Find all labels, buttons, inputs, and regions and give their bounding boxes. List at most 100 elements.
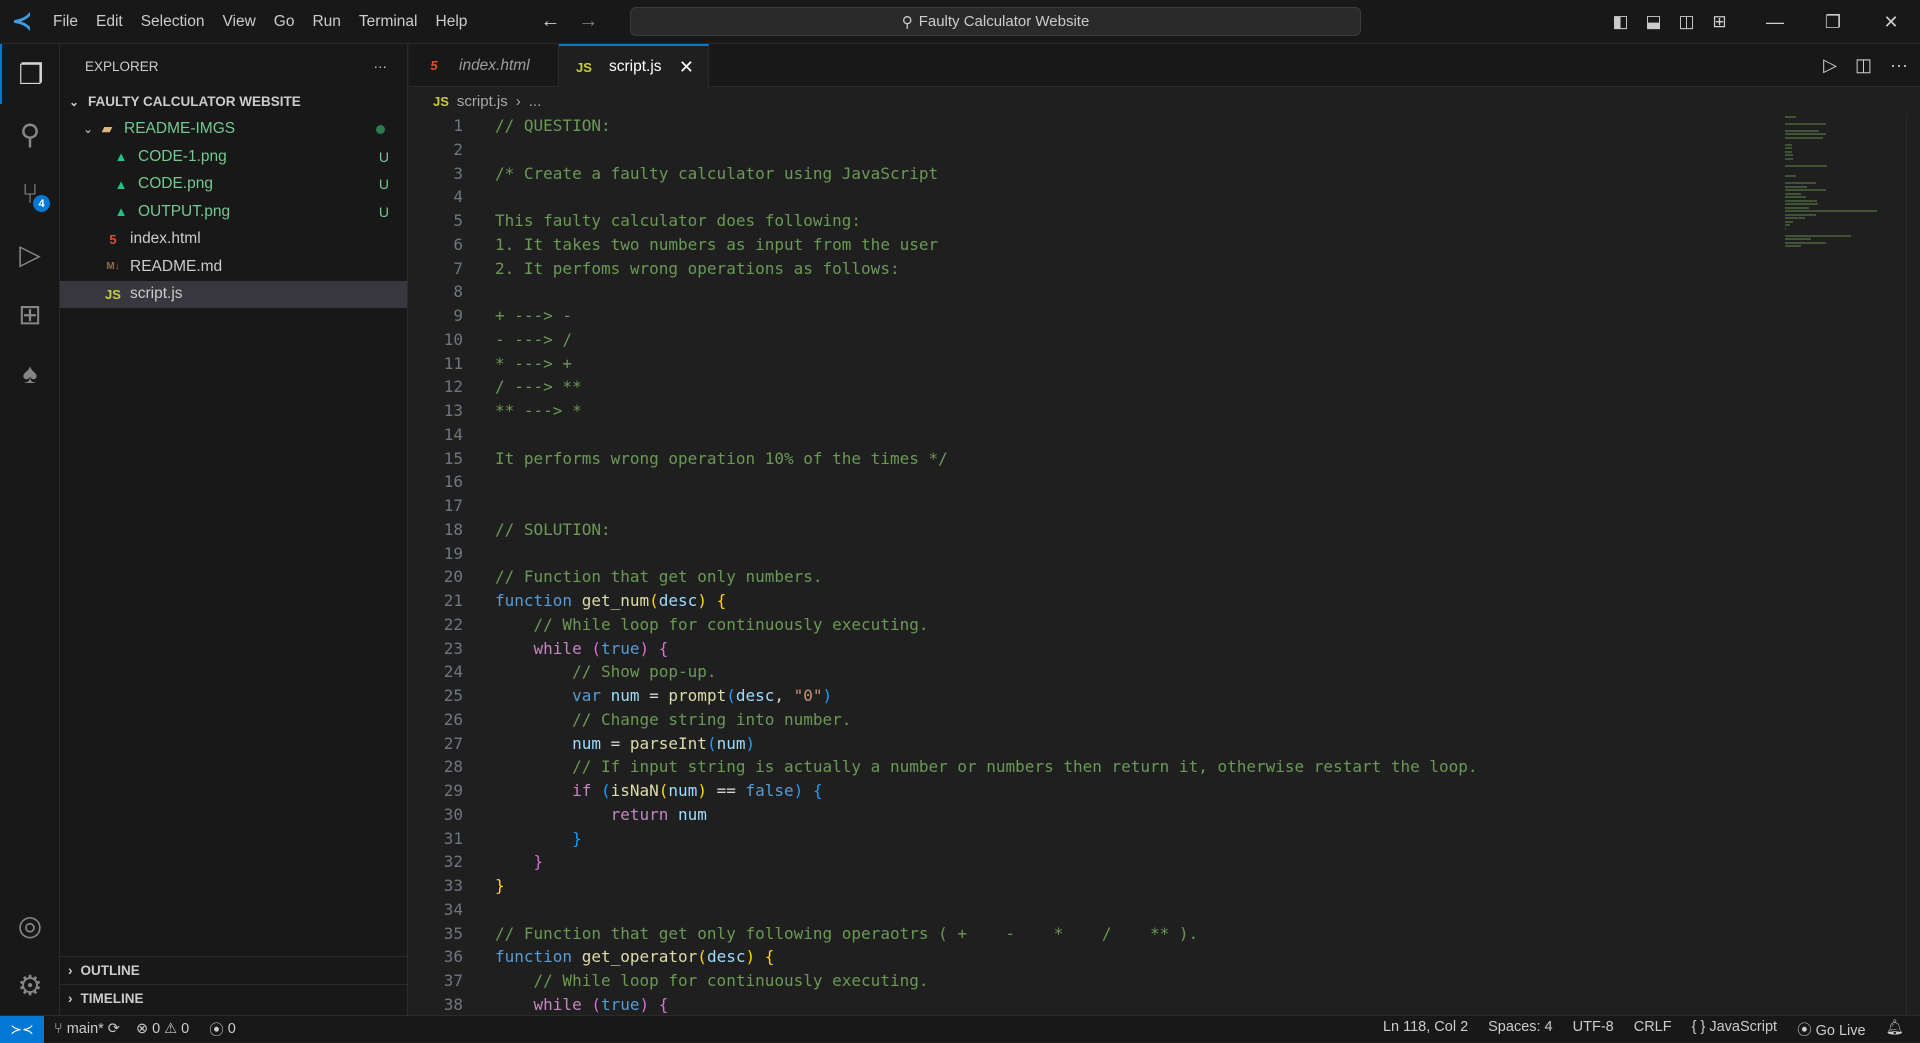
language-mode[interactable]: { } JavaScript bbox=[1692, 1019, 1777, 1040]
line-text: // SOLUTION: bbox=[463, 518, 611, 542]
run-debug-icon[interactable]: ▷ bbox=[0, 224, 60, 284]
close-icon[interactable]: ✕ bbox=[679, 57, 694, 78]
code-token: var bbox=[572, 686, 611, 705]
go-live-button[interactable]: ⦿ Go Live bbox=[1797, 1019, 1866, 1040]
cursor-position[interactable]: Ln 118, Col 2 bbox=[1383, 1019, 1468, 1040]
run-icon[interactable]: ▷ bbox=[1823, 55, 1837, 76]
minimap-line bbox=[1785, 122, 1827, 125]
tree-item[interactable]: ▲ CODE.png U bbox=[60, 171, 407, 199]
code-line: 8 bbox=[409, 280, 1779, 304]
code-token: { bbox=[658, 638, 669, 658]
menu-go[interactable]: Go bbox=[274, 13, 295, 30]
code-token: function bbox=[495, 947, 582, 967]
more-actions-icon[interactable]: ··· bbox=[1890, 55, 1908, 76]
timeline-panel[interactable]: › TIMELINE bbox=[60, 984, 408, 1011]
search-icon[interactable]: ⚲ bbox=[0, 104, 60, 164]
tree-item[interactable]: M↓ README.md bbox=[60, 253, 407, 281]
menu-terminal[interactable]: Terminal bbox=[359, 13, 418, 30]
code-token: get_num bbox=[581, 591, 650, 610]
outline-panel[interactable]: › OUTLINE bbox=[60, 956, 408, 983]
code-token: } bbox=[495, 876, 505, 895]
minimap-line bbox=[1785, 143, 1793, 146]
line-text: - ---> / bbox=[463, 328, 572, 352]
image-file-icon: ▲ bbox=[114, 149, 128, 165]
workspace-root[interactable]: ⌄ FAULTY CALCULATOR WEBSITE bbox=[60, 88, 407, 116]
breadcrumb-file[interactable]: script.js bbox=[457, 93, 508, 110]
tree-item[interactable]: ▲ CODE-1.png U bbox=[60, 143, 407, 171]
tree-item[interactable]: ⌄ ▰ README-IMGS bbox=[60, 116, 407, 144]
mongodb-leaf-icon[interactable]: ♠ bbox=[0, 344, 60, 404]
line-text bbox=[463, 138, 495, 162]
source-control-icon[interactable]: ⑂ 4 bbox=[0, 164, 60, 224]
minimap-line bbox=[1785, 136, 1823, 139]
back-arrow-icon[interactable]: ← bbox=[540, 10, 560, 33]
encoding[interactable]: UTF-8 bbox=[1573, 1019, 1614, 1040]
menu-run[interactable]: Run bbox=[312, 13, 340, 30]
sync-icon[interactable]: ⟳ bbox=[108, 1021, 120, 1037]
scm-badge: 4 bbox=[33, 195, 50, 212]
code-token: ) bbox=[793, 781, 804, 800]
line-number: 22 bbox=[443, 614, 463, 634]
timeline-label: TIMELINE bbox=[80, 990, 144, 1006]
warning-icon: ⚠ bbox=[164, 1021, 178, 1037]
line-number: 10 bbox=[443, 329, 463, 349]
line-number: 31 bbox=[443, 828, 463, 848]
account-icon[interactable]: ◎ bbox=[0, 895, 60, 955]
code-token: ( bbox=[726, 686, 736, 705]
line-text: var num = prompt(desc, "0") bbox=[463, 684, 832, 708]
line-number: 24 bbox=[443, 662, 463, 682]
tree-item[interactable]: ▲ OUTPUT.png U bbox=[60, 198, 407, 226]
split-editor-icon[interactable]: ◫ bbox=[1855, 55, 1872, 76]
branch-status[interactable]: ⑂ main* ⟳ bbox=[54, 1021, 120, 1037]
problems-status[interactable]: ⊗ 0 ⚠ 0 bbox=[136, 1021, 189, 1037]
code-line: 16 bbox=[409, 470, 1779, 494]
code-editor[interactable]: 1// QUESTION: 2 3/* Create a faulty calcul… bbox=[409, 114, 1779, 1015]
minimap-line bbox=[1785, 206, 1810, 209]
bell-icon[interactable]: 🔔︎ bbox=[1886, 1019, 1904, 1040]
menu-file[interactable]: File bbox=[53, 13, 78, 30]
line-text: return num bbox=[463, 803, 707, 827]
toggle-panel-icon[interactable]: ⬓ bbox=[1637, 12, 1670, 32]
command-center-search[interactable]: ⚲ Faulty Calculator Website bbox=[630, 7, 1361, 36]
explorer-title: EXPLORER bbox=[85, 58, 159, 74]
remote-icon[interactable]: ≻≺ bbox=[0, 1015, 44, 1043]
tree-item[interactable]: JS script.js bbox=[60, 280, 407, 308]
menu-edit[interactable]: Edit bbox=[96, 13, 123, 30]
file-name: script.js bbox=[130, 285, 183, 303]
ports-status[interactable]: ⦿ 0 bbox=[209, 1019, 236, 1040]
menu-view[interactable]: View bbox=[222, 13, 255, 30]
tab-index-html[interactable]: 5 index.html bbox=[409, 44, 559, 87]
menu-selection[interactable]: Selection bbox=[141, 13, 205, 30]
minimap[interactable] bbox=[1785, 114, 1905, 354]
tab-script-js[interactable]: JS script.js ✕ bbox=[559, 44, 709, 88]
customize-layout-icon[interactable]: ⊞ bbox=[1703, 12, 1736, 32]
menu-help[interactable]: Help bbox=[436, 13, 468, 30]
toggle-sidebar-icon[interactable]: ◧ bbox=[1604, 12, 1637, 32]
code-token: desc bbox=[706, 947, 746, 967]
vscode-logo-icon: ≺ bbox=[11, 8, 33, 35]
editor-scrollbar[interactable] bbox=[1906, 114, 1920, 1015]
code-token: == bbox=[706, 781, 746, 800]
line-endings[interactable]: CRLF bbox=[1634, 1019, 1672, 1040]
code-line: 25 var num = prompt(desc, "0") bbox=[409, 684, 1779, 708]
code-token: // Function that get only following oper… bbox=[495, 923, 1199, 943]
close-window-button[interactable]: ✕ bbox=[1862, 12, 1920, 33]
more-actions-icon[interactable]: ··· bbox=[374, 59, 388, 74]
forward-arrow-icon[interactable]: → bbox=[578, 10, 598, 33]
breadcrumb-symbols[interactable]: ... bbox=[529, 93, 542, 110]
tree-item[interactable]: 5 index.html bbox=[60, 226, 407, 254]
explorer-icon[interactable]: ❐ bbox=[0, 44, 60, 104]
indentation[interactable]: Spaces: 4 bbox=[1488, 1019, 1553, 1040]
toggle-secondary-sidebar-icon[interactable]: ◫ bbox=[1670, 12, 1703, 32]
image-file-icon: ▲ bbox=[114, 176, 128, 192]
gear-icon[interactable]: ⚙ bbox=[0, 955, 60, 1015]
extensions-icon[interactable]: ⊞ bbox=[0, 284, 60, 344]
minimize-button[interactable]: — bbox=[1746, 12, 1804, 33]
code-token: function bbox=[495, 591, 582, 610]
code-token: return bbox=[610, 804, 679, 824]
code-line: 13 ** ---> * bbox=[409, 399, 1779, 423]
breadcrumb: JS script.js ›... bbox=[409, 88, 541, 114]
restore-button[interactable]: ❐ bbox=[1804, 12, 1862, 33]
